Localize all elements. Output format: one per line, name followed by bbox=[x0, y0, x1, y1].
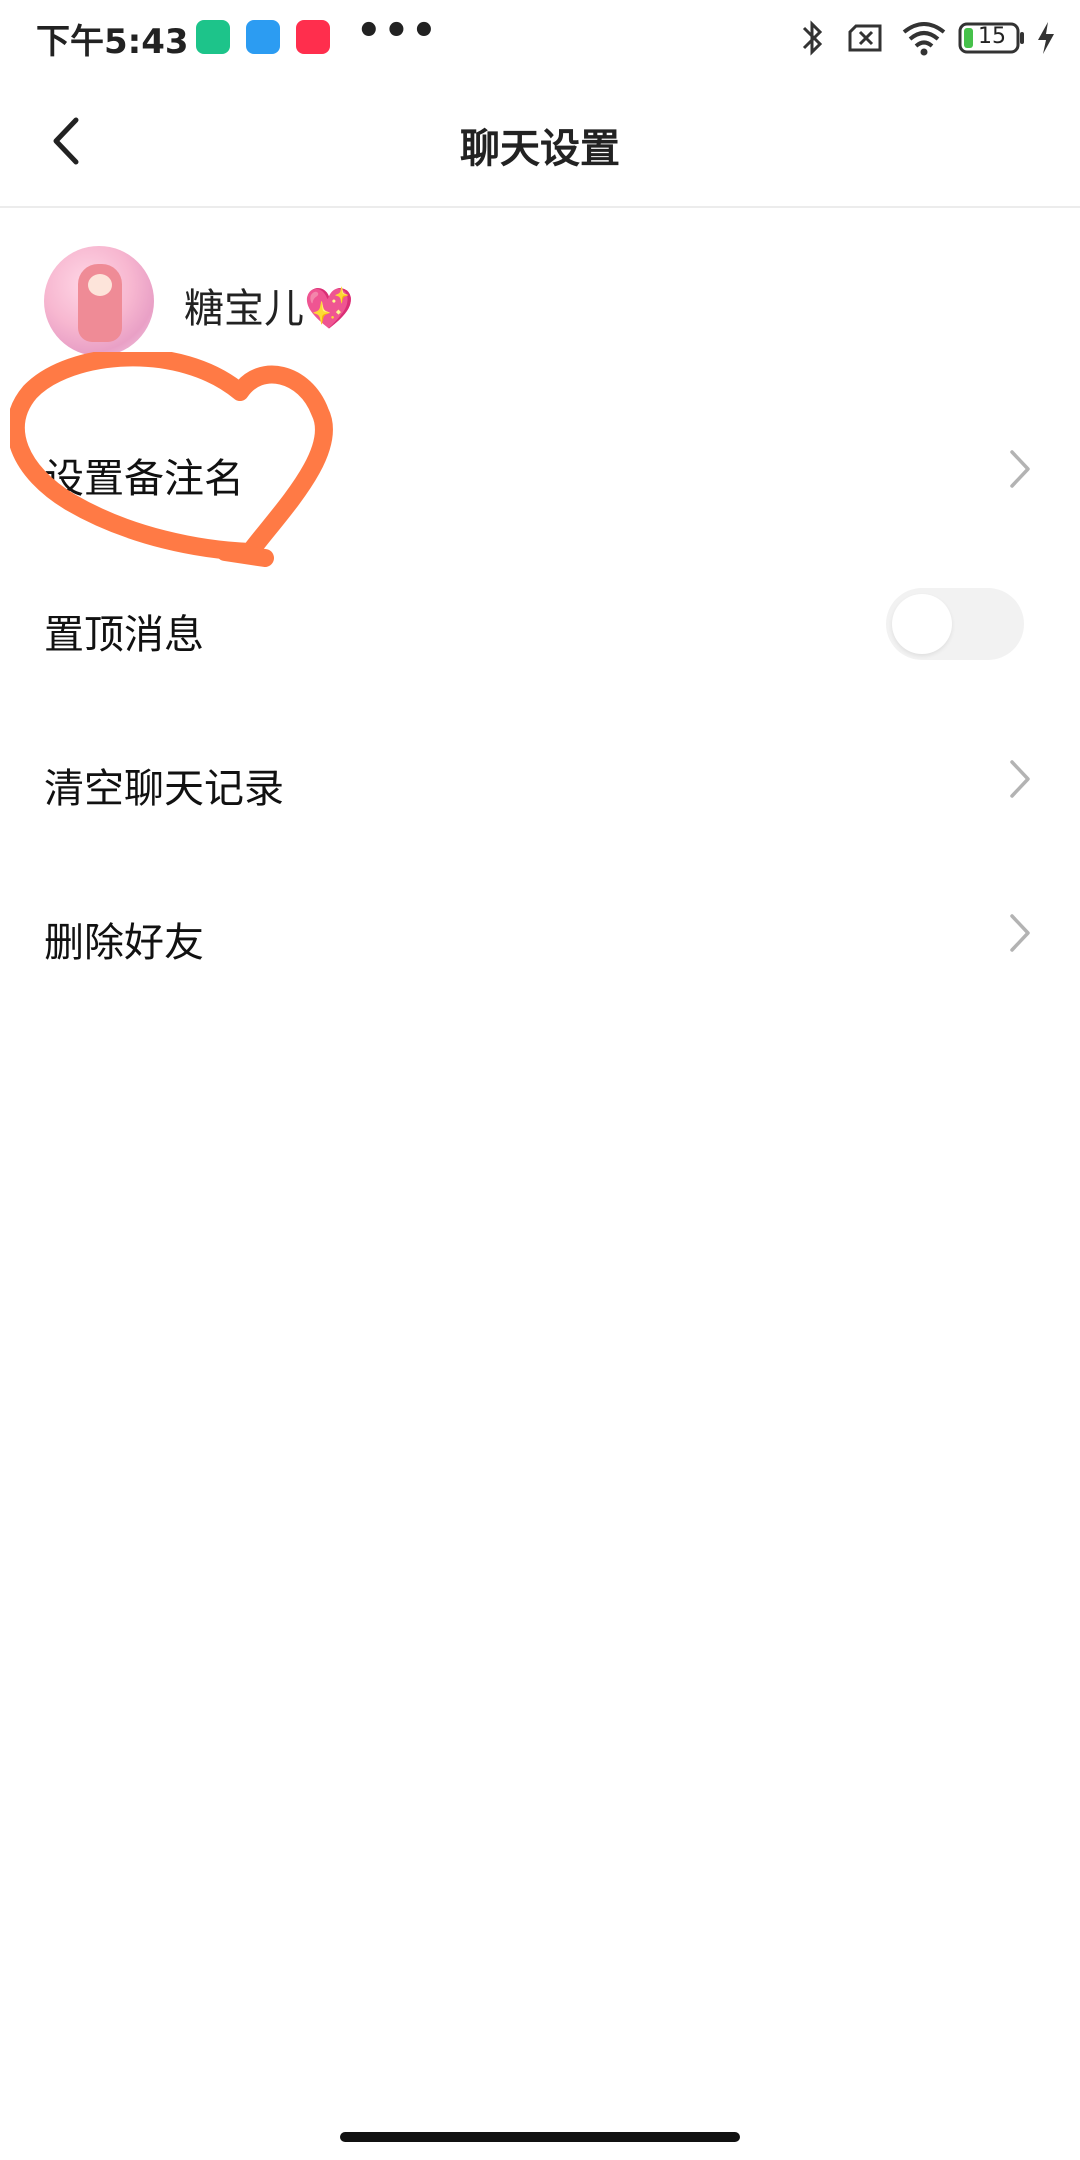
set-remark-label: 设置备注名 bbox=[44, 456, 244, 502]
clear-history-row[interactable]: 清空聊天记录 bbox=[0, 704, 1080, 854]
blue-app-icon bbox=[246, 20, 280, 54]
avatar-face bbox=[88, 274, 112, 296]
pin-message-toggle[interactable] bbox=[886, 588, 1024, 660]
page-title: 聊天设置 bbox=[460, 126, 620, 172]
wifi-icon bbox=[902, 22, 946, 56]
chevron-right-icon bbox=[1010, 760, 1030, 798]
status-time: 下午5:43 bbox=[36, 22, 189, 62]
friend-nickname: 糖宝儿💖 bbox=[184, 286, 354, 332]
status-bar: 下午5:43 ••• 15 bbox=[0, 0, 1080, 76]
set-remark-row[interactable]: 设置备注名 bbox=[0, 394, 1080, 544]
bluetooth-icon bbox=[802, 20, 823, 56]
shield-app-icon bbox=[196, 20, 230, 54]
avatar[interactable] bbox=[44, 246, 154, 356]
delete-friend-row[interactable]: 删除好友 bbox=[0, 858, 1080, 1008]
clear-history-label: 清空聊天记录 bbox=[44, 766, 284, 812]
home-indicator[interactable] bbox=[340, 2132, 740, 2142]
nav-header: 聊天设置 bbox=[0, 76, 1080, 208]
pin-message-row: 置顶消息 bbox=[0, 550, 1080, 700]
more-notifications-icon: ••• bbox=[356, 8, 439, 54]
sim-card-icon bbox=[848, 24, 882, 52]
charging-icon bbox=[1038, 22, 1054, 54]
delete-friend-label: 删除好友 bbox=[44, 920, 204, 966]
toggle-knob bbox=[892, 594, 952, 654]
xiaohongshu-app-icon bbox=[296, 20, 330, 54]
battery-level: 15 bbox=[978, 24, 1006, 49]
pin-message-label: 置顶消息 bbox=[44, 612, 204, 658]
chevron-right-icon bbox=[1010, 914, 1030, 952]
chevron-right-icon bbox=[1010, 450, 1030, 488]
friend-profile[interactable]: 糖宝儿💖 bbox=[44, 246, 1044, 356]
